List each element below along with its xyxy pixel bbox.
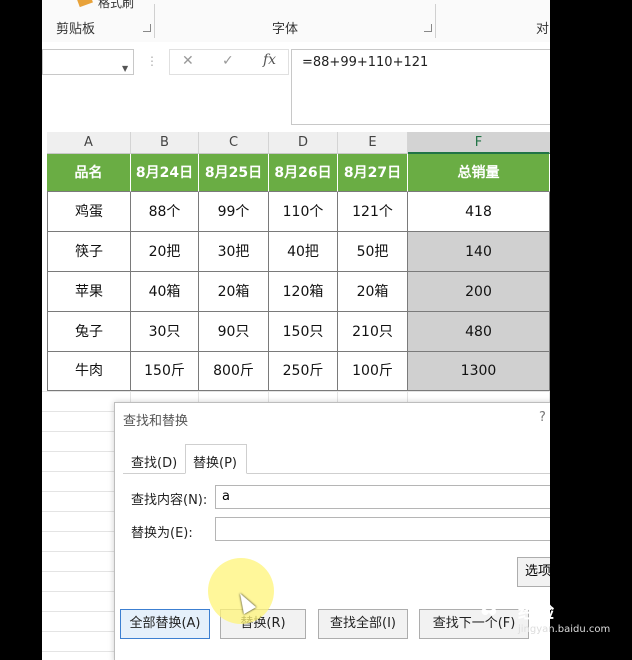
find-label: 查找内容(N):: [131, 493, 208, 508]
name-box[interactable]: ▼: [42, 49, 134, 75]
table-cell[interactable]: 99个: [199, 192, 269, 232]
total-cell[interactable]: 200: [408, 272, 550, 312]
drag-handle-icon[interactable]: ⋮: [146, 54, 158, 68]
chevron-down-icon[interactable]: ▼: [122, 64, 128, 73]
table-cell[interactable]: 筷子: [47, 232, 131, 272]
formula-buttons: ✕ ✓ fx: [169, 49, 289, 75]
column-header-f[interactable]: F: [408, 132, 550, 154]
table-cell[interactable]: 150斤: [131, 352, 199, 391]
table-cell[interactable]: 800斤: [199, 352, 269, 391]
table-cell[interactable]: 50把: [338, 232, 408, 272]
column-header-a[interactable]: A: [47, 132, 131, 154]
table-cell[interactable]: 20把: [131, 232, 199, 272]
cancel-icon[interactable]: ✕: [182, 53, 194, 69]
find-input[interactable]: a: [215, 485, 550, 509]
ribbon: 格式刷 剪贴板 字体 对: [42, 0, 550, 43]
table-cell[interactable]: 牛肉: [47, 352, 131, 391]
table-cell[interactable]: 40箱: [131, 272, 199, 312]
table-cell[interactable]: 120箱: [269, 272, 338, 312]
table-header-cell[interactable]: 8月24日: [131, 154, 199, 192]
table-cell[interactable]: 110个: [269, 192, 338, 232]
table-cell[interactable]: 兔子: [47, 312, 131, 352]
formula-input[interactable]: =88+99+110+121: [291, 49, 550, 125]
table-header-cell[interactable]: 8月27日: [338, 154, 408, 192]
table-cell[interactable]: 20箱: [338, 272, 408, 312]
table-cell[interactable]: 90只: [199, 312, 269, 352]
total-cell[interactable]: 480: [408, 312, 550, 352]
watermark-url: jingyan.baidu.com: [518, 624, 611, 635]
font-launcher-icon[interactable]: [424, 24, 432, 32]
find-all-button[interactable]: 查找全部(I): [318, 609, 408, 639]
paw-logo-icon: ✿: [478, 592, 500, 622]
table-cell[interactable]: 鸡蛋: [47, 192, 131, 232]
table-cell[interactable]: 100斤: [338, 352, 408, 391]
find-input-value: a: [222, 489, 230, 504]
group-divider: [154, 4, 155, 38]
table-cell[interactable]: 20箱: [199, 272, 269, 312]
table-header-cell[interactable]: 8月25日: [199, 154, 269, 192]
table-header-cell[interactable]: 总销量: [408, 154, 550, 192]
table-header-cell[interactable]: 品名: [47, 154, 131, 192]
help-icon[interactable]: ?: [539, 410, 546, 425]
table-cell[interactable]: 150只: [269, 312, 338, 352]
group-alignment-label: 对: [536, 22, 550, 37]
table-header-cell[interactable]: 8月26日: [269, 154, 338, 192]
total-cell[interactable]: 1300: [408, 352, 550, 391]
watermark-text: 经验: [518, 602, 554, 623]
table-cell[interactable]: 苹果: [47, 272, 131, 312]
group-font-label: 字体: [272, 22, 299, 37]
format-painter-icon[interactable]: [77, 0, 93, 8]
tab-replace[interactable]: 替换(P): [185, 444, 247, 474]
group-clipboard-label: 剪贴板: [56, 22, 96, 37]
options-button[interactable]: 选项: [517, 557, 550, 587]
replace-all-button[interactable]: 全部替换(A): [120, 609, 210, 639]
baidu-jingyan-watermark: ✿ 经验 jingyan.baidu.com: [478, 590, 611, 640]
table-cell[interactable]: 250斤: [269, 352, 338, 391]
table-cell[interactable]: 121个: [338, 192, 408, 232]
table-cell[interactable]: 30把: [199, 232, 269, 272]
total-cell[interactable]: 140: [408, 232, 550, 272]
replace-label: 替换为(E):: [131, 526, 193, 541]
column-header-b[interactable]: B: [131, 132, 199, 154]
table-cell[interactable]: 210只: [338, 312, 408, 352]
replace-input[interactable]: [215, 517, 550, 541]
tab-find[interactable]: 查找(D): [131, 452, 177, 471]
column-header-c[interactable]: C: [199, 132, 269, 154]
formula-bar: ▼ ⋮ ✕ ✓ fx =88+99+110+121: [42, 42, 550, 125]
table-cell[interactable]: 30只: [131, 312, 199, 352]
total-cell[interactable]: 418: [408, 192, 550, 232]
confirm-icon[interactable]: ✓: [222, 53, 234, 69]
clipboard-launcher-icon[interactable]: [143, 24, 151, 32]
click-highlight: [208, 558, 274, 624]
group-divider: [435, 4, 436, 38]
column-header-e[interactable]: E: [338, 132, 408, 154]
table-cell[interactable]: 40把: [269, 232, 338, 272]
gridline: [42, 391, 550, 392]
insert-function-icon[interactable]: fx: [263, 52, 276, 68]
formula-text: =88+99+110+121: [302, 55, 429, 70]
table-cell[interactable]: 88个: [131, 192, 199, 232]
excel-window: 格式刷 剪贴板 字体 对 ▼ ⋮ ✕ ✓ fx =88+99+110+121 A…: [42, 0, 550, 660]
format-painter-label[interactable]: 格式刷: [98, 0, 134, 11]
tab-replace-label: 替换(P): [193, 456, 237, 471]
dialog-title: 查找和替换: [123, 414, 189, 429]
column-header-d[interactable]: D: [269, 132, 338, 154]
